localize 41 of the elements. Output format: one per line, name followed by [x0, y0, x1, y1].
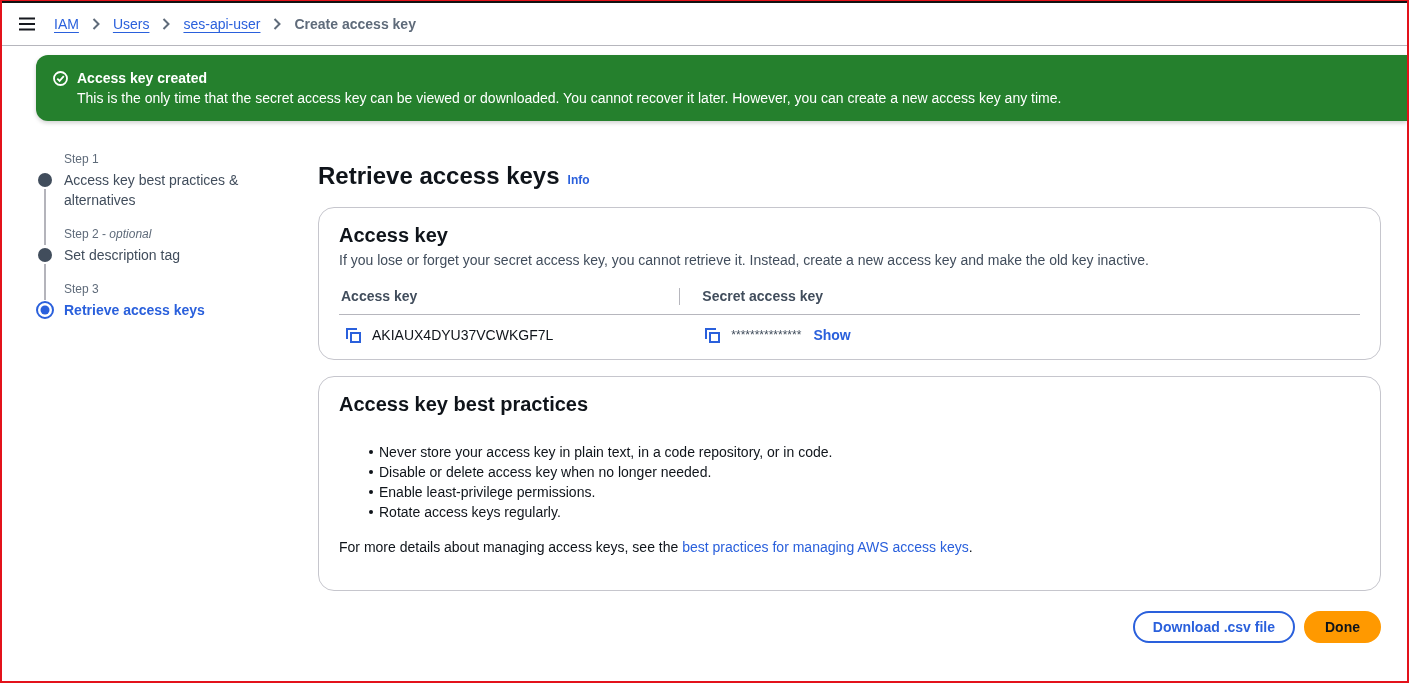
- secret-key-value: ***************: [731, 327, 802, 344]
- access-key-value: AKIAUX4DYU37VCWKGF7L: [372, 326, 554, 345]
- bullet-icon: [369, 510, 373, 514]
- best-practice-item: Enable least-privilege permissions.: [379, 483, 596, 502]
- best-practice-item: Rotate access keys regularly.: [379, 503, 561, 522]
- banner-title: Access key created: [77, 69, 208, 88]
- breadcrumb-link[interactable]: IAM: [54, 16, 79, 32]
- breadcrumb-current: Create access key: [294, 16, 416, 32]
- show-link[interactable]: Show: [813, 327, 851, 343]
- chevron-right-icon: [91, 18, 100, 30]
- info-link[interactable]: Info: [567, 173, 590, 187]
- check-circle-icon: [53, 71, 68, 86]
- step-title: Retrieve access keys: [64, 301, 206, 320]
- bullet-icon: [369, 490, 373, 494]
- done-button[interactable]: Done: [1304, 611, 1381, 643]
- download-csv-button[interactable]: Download .csv file: [1132, 611, 1295, 643]
- step-title: Set description tag: [64, 246, 181, 265]
- best-practices-link[interactable]: best practices for managing AWS access keys: [682, 539, 969, 555]
- card-title: Access key: [339, 223, 449, 247]
- bullet-icon: [369, 450, 373, 454]
- step-number: Step 2 - optional: [64, 226, 153, 242]
- copy-icon[interactable]: [705, 327, 721, 343]
- breadcrumb-link[interactable]: ses-api-user: [183, 16, 261, 32]
- breadcrumb-link[interactable]: Users: [112, 16, 150, 32]
- details-text: For more details about managing access keys, see the best practices for managing AWS access keys.: [339, 538, 974, 557]
- best-practice-item: Never store your access key in plain text, in a code repository, or in code.: [379, 443, 833, 462]
- column-header: Secret access key: [701, 287, 823, 306]
- column-header: Access key: [340, 287, 418, 306]
- page-title: Retrieve access keys: [318, 161, 560, 191]
- card-description: If you lose or forget your secret access key, you cannot retrieve it. Instead, create a new access key and make the old key inactive.: [339, 251, 1150, 270]
- banner-message: This is the only time that the secret access key can be viewed or downloaded. You cannot recover it later. However, you can create a new access key any time.: [77, 89, 1062, 108]
- chevron-right-icon: [162, 18, 171, 30]
- copy-icon[interactable]: [346, 327, 361, 343]
- chevron-right-icon: [273, 18, 282, 30]
- step-title: Access key best practices & alternatives: [64, 171, 240, 210]
- card-title: Access key best practices: [339, 392, 590, 416]
- step-number: Step 3: [64, 281, 100, 297]
- step-number: Step 1: [64, 151, 100, 167]
- bullet-icon: [369, 470, 373, 474]
- best-practice-item: Disable or delete access key when no longer needed.: [379, 463, 712, 482]
- menu-icon[interactable]: [19, 17, 35, 31]
